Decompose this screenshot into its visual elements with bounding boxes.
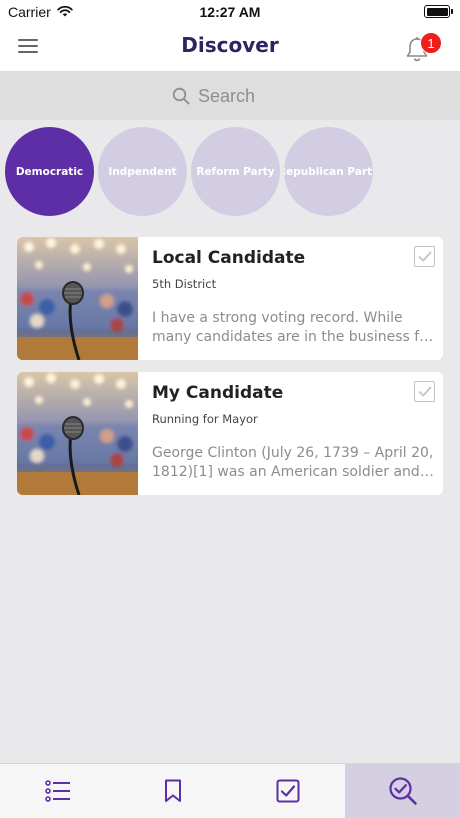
- filter-chip-independent[interactable]: Indpendent: [98, 127, 187, 216]
- search-field[interactable]: [172, 85, 288, 107]
- search-icon: [172, 87, 190, 105]
- select-checkbox[interactable]: [414, 381, 435, 402]
- check-icon: [418, 386, 431, 396]
- battery-fill: [426, 7, 448, 16]
- list-icon: [44, 780, 70, 802]
- filter-chip-label: Republican Party: [284, 165, 373, 178]
- search-bar: [0, 72, 460, 120]
- discover-screen: Carrier 12:27 AM Discover 1 Search Democ…: [0, 0, 460, 818]
- candidate-description: George Clinton (July 26, 1739 – April 20…: [152, 445, 434, 480]
- page-title: Discover: [181, 33, 279, 57]
- discover-search-check-icon: [388, 777, 417, 805]
- tab-list[interactable]: [0, 764, 115, 818]
- notification-badge: 1: [420, 32, 442, 54]
- bookmark-icon: [164, 779, 181, 802]
- candidate-photo-microphone: [17, 237, 138, 360]
- candidate-card-body: My Candidate Running for Mayor George Cl…: [152, 372, 443, 495]
- tab-bar: [0, 763, 460, 818]
- filter-chip-label: Democratic: [15, 165, 84, 178]
- candidate-subtitle: 5th District: [152, 277, 217, 291]
- candidate-subtitle: Running for Mayor: [152, 412, 258, 426]
- candidate-card[interactable]: Local Candidate 5th District I have a st…: [17, 237, 443, 360]
- tab-selected-candidates[interactable]: [230, 764, 345, 818]
- candidate-photo-microphone: [17, 372, 138, 495]
- status-bar: Carrier 12:27 AM: [0, 0, 460, 24]
- candidate-card[interactable]: My Candidate Running for Mayor George Cl…: [17, 372, 443, 495]
- checkbox-icon: [276, 779, 299, 803]
- tab-bookmarks[interactable]: [115, 764, 230, 818]
- filter-chip-democratic[interactable]: Democratic: [5, 127, 94, 216]
- nav-bar: Discover 1: [0, 24, 460, 72]
- filter-chip-label: Indpendent: [108, 165, 177, 178]
- candidate-name: Local Candidate: [152, 248, 306, 268]
- check-icon: [418, 251, 431, 261]
- tab-discover[interactable]: [345, 764, 460, 818]
- filter-chip-label: Reform Party: [196, 165, 275, 178]
- filter-chip-reform-party[interactable]: Reform Party: [191, 127, 280, 216]
- candidate-card-body: Local Candidate 5th District I have a st…: [152, 237, 443, 360]
- battery-icon: [424, 5, 453, 18]
- status-time: 12:27 AM: [199, 4, 261, 20]
- notifications-button[interactable]: 1: [404, 32, 442, 64]
- select-checkbox[interactable]: [414, 246, 435, 267]
- candidate-name: My Candidate: [152, 383, 284, 403]
- candidate-description: I have a strong voting record. While man…: [152, 310, 434, 345]
- search-input[interactable]: [198, 85, 288, 107]
- filter-chip-republican-party[interactable]: Republican Party: [284, 127, 373, 216]
